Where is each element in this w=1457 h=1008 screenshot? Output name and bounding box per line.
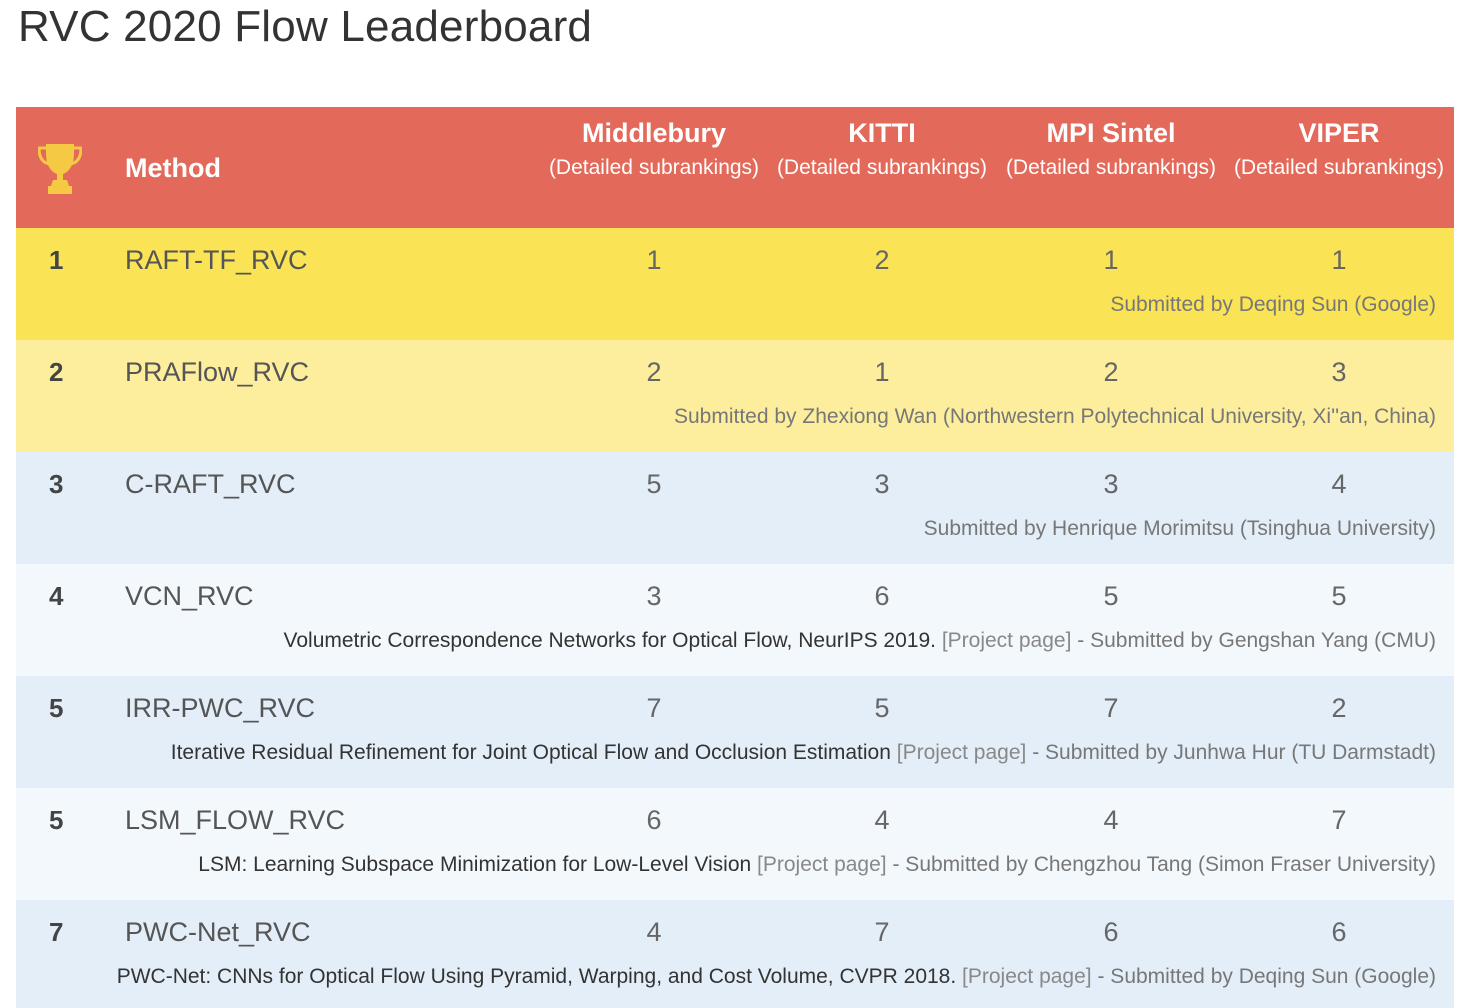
leaderboard-table: Method Middlebury (Detailed subrankings)… [16, 107, 1454, 1008]
project-page-link[interactable]: [Project page] [962, 965, 1092, 988]
page-title: RVC 2020 Flow Leaderboard [18, 2, 593, 51]
project-page-link[interactable]: [Project page] [897, 741, 1027, 764]
score-mpi-sintel: 3 [1103, 469, 1119, 499]
method-name: IRR-PWC_RVC [125, 693, 316, 723]
score-viper: 4 [1331, 469, 1347, 499]
column-header-viper: VIPER (Detailed subrankings) [1229, 115, 1449, 185]
submission-info: PWC-Net: CNNs for Optical Flow Using Pyr… [117, 962, 1436, 992]
submission-info: Submitted by Henrique Morimitsu (Tsinghu… [924, 514, 1436, 544]
table-row: 4 VCN_RVC 3 6 5 5 Volumetric Corresponde… [16, 564, 1454, 676]
score-viper: 2 [1331, 693, 1347, 723]
column-name-kitti: KITTI [848, 118, 916, 148]
score-mpi-sintel: 2 [1103, 357, 1119, 387]
submission-info: LSM: Learning Subspace Minimization for … [198, 850, 1436, 880]
detailed-subrankings-link-middlebury[interactable]: (Detailed subrankings) [544, 151, 764, 185]
detailed-subrankings-link-mpi-sintel[interactable]: (Detailed subrankings) [1001, 151, 1221, 185]
project-page-link[interactable]: [Project page] [942, 629, 1072, 652]
table-row: 5 LSM_FLOW_RVC 6 4 4 7 LSM: Learning Sub… [16, 788, 1454, 900]
paper-title: LSM: Learning Subspace Minimization for … [198, 853, 752, 876]
page: RVC 2020 Flow Leaderboard Method Middleb… [0, 0, 1457, 1008]
rank: 7 [49, 917, 64, 947]
score-middlebury: 5 [646, 469, 662, 499]
submission-info: Submitted by Zhexiong Wan (Northwestern … [674, 402, 1436, 432]
submitted-by: Submitted by Henrique Morimitsu (Tsinghu… [923, 517, 1436, 540]
submission-info: Volumetric Correspondence Networks for O… [284, 626, 1436, 656]
method-column-header: Method [125, 153, 221, 183]
table-row: 3 C-RAFT_RVC 5 3 3 4 Submitted by Henriq… [16, 452, 1454, 564]
score-kitti: 2 [874, 245, 890, 275]
column-header-middlebury: Middlebury (Detailed subrankings) [544, 115, 764, 185]
rank: 3 [49, 469, 64, 499]
submitted-by: - Submitted by Gengshan Yang (CMU) [1077, 629, 1436, 652]
paper-title: Iterative Residual Refinement for Joint … [170, 741, 891, 764]
column-header-mpi-sintel: MPI Sintel (Detailed subrankings) [1001, 115, 1221, 185]
trophy-icon [38, 144, 82, 194]
score-mpi-sintel: 4 [1103, 805, 1119, 835]
score-mpi-sintel: 7 [1103, 693, 1119, 723]
submission-info: Submitted by Deqing Sun (Google) [1110, 290, 1436, 320]
score-viper: 3 [1331, 357, 1347, 387]
score-middlebury: 3 [646, 581, 662, 611]
score-kitti: 6 [874, 581, 890, 611]
paper-title: PWC-Net: CNNs for Optical Flow Using Pyr… [116, 965, 957, 988]
submitted-by: - Submitted by Junhwa Hur (TU Darmstadt) [1032, 741, 1436, 764]
submitted-by: - Submitted by Chengzhou Tang (Simon Fra… [892, 853, 1436, 876]
score-kitti: 7 [874, 917, 890, 947]
submitted-by: - Submitted by Deqing Sun (Google) [1097, 965, 1436, 988]
score-kitti: 4 [874, 805, 890, 835]
rank: 4 [49, 581, 64, 611]
score-viper: 1 [1331, 245, 1347, 275]
column-name-mpi-sintel: MPI Sintel [1046, 118, 1176, 148]
submitted-by: Submitted by Deqing Sun (Google) [1110, 293, 1436, 316]
rank: 5 [49, 805, 64, 835]
score-middlebury: 4 [646, 917, 662, 947]
score-middlebury: 2 [646, 357, 662, 387]
rank: 1 [49, 245, 64, 275]
project-page-link[interactable]: [Project page] [757, 853, 887, 876]
submission-info: Iterative Residual Refinement for Joint … [171, 738, 1436, 768]
table-header: Method Middlebury (Detailed subrankings)… [16, 107, 1454, 228]
method-name: VCN_RVC [125, 581, 254, 611]
score-kitti: 1 [874, 357, 890, 387]
detailed-subrankings-link-viper[interactable]: (Detailed subrankings) [1229, 151, 1449, 185]
rank: 5 [49, 693, 64, 723]
score-middlebury: 6 [646, 805, 662, 835]
rank: 2 [49, 357, 64, 387]
table-row: 2 PRAFlow_RVC 2 1 2 3 Submitted by Zhexi… [16, 340, 1454, 452]
detailed-subrankings-link-kitti[interactable]: (Detailed subrankings) [772, 151, 992, 185]
paper-title: Volumetric Correspondence Networks for O… [283, 629, 936, 652]
score-viper: 7 [1331, 805, 1347, 835]
method-name: C-RAFT_RVC [125, 469, 296, 499]
method-name: RAFT-TF_RVC [125, 245, 308, 275]
column-header-kitti: KITTI (Detailed subrankings) [772, 115, 992, 185]
score-mpi-sintel: 6 [1103, 917, 1119, 947]
table-row: 7 PWC-Net_RVC 4 7 6 6 PWC-Net: CNNs for … [16, 900, 1454, 1008]
column-name-viper: VIPER [1298, 118, 1380, 148]
method-name: PWC-Net_RVC [125, 917, 311, 947]
column-name-middlebury: Middlebury [581, 118, 726, 148]
score-middlebury: 1 [646, 245, 662, 275]
score-viper: 6 [1331, 917, 1347, 947]
submitted-by: Submitted by Zhexiong Wan (Northwestern … [673, 405, 1436, 428]
score-viper: 5 [1331, 581, 1347, 611]
score-mpi-sintel: 5 [1103, 581, 1119, 611]
score-middlebury: 7 [646, 693, 662, 723]
table-row: 5 IRR-PWC_RVC 7 5 7 2 Iterative Residual… [16, 676, 1454, 788]
score-kitti: 5 [874, 693, 890, 723]
score-mpi-sintel: 1 [1103, 245, 1119, 275]
table-row: 1 RAFT-TF_RVC 1 2 1 1 Submitted by Deqin… [16, 228, 1454, 340]
score-kitti: 3 [874, 469, 890, 499]
method-name: LSM_FLOW_RVC [125, 805, 346, 835]
method-name: PRAFlow_RVC [125, 357, 310, 387]
